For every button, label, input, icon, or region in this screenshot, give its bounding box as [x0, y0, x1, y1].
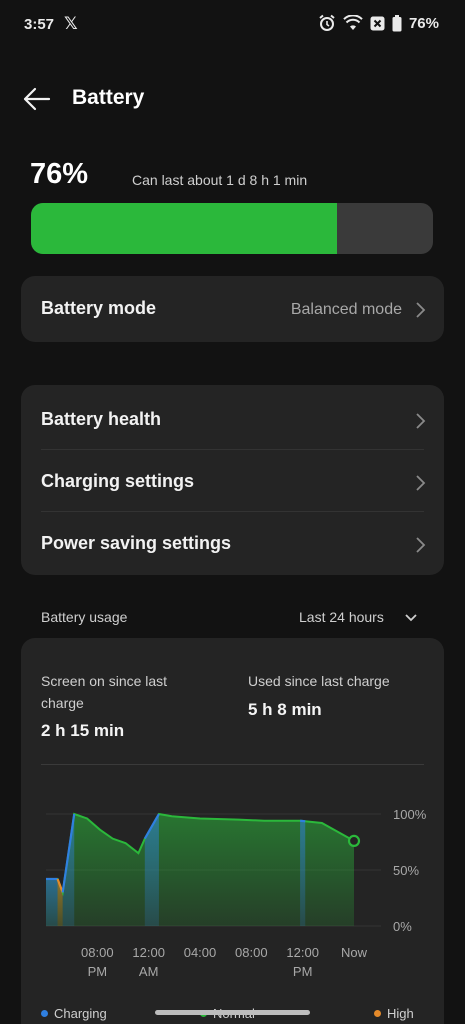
chevron-right-icon — [416, 537, 426, 553]
power-saving-settings-label: Power saving settings — [41, 533, 232, 553]
alarm-icon — [318, 14, 336, 32]
used-since-charge-value: 5 h 8 min — [248, 700, 322, 719]
legend-high: High — [374, 1006, 414, 1021]
x-tick-label: 08:00 PM — [81, 945, 114, 979]
x-tick-label: 12:00 PM — [286, 945, 319, 979]
arrow-left-icon — [23, 87, 51, 111]
legend-label: High — [387, 1006, 414, 1021]
close-box-icon — [370, 16, 385, 31]
series-line-charging — [299, 819, 306, 823]
wifi-icon — [343, 15, 363, 31]
battery-usage-chart: 100% 50% 0% 08:00 PM 12:00 AM 04:00 08:00 12:00 PM… — [46, 807, 427, 979]
area-charging — [144, 814, 159, 926]
chevron-right-icon — [416, 302, 426, 318]
home-indicator[interactable] — [155, 1010, 310, 1015]
battery-mode-value: Balanced mode — [290, 301, 402, 318]
battery-mode-label: Battery mode — [41, 298, 157, 318]
battery-estimate: Can last about 1 d 8 h 1 min — [132, 172, 308, 188]
battery-settings-card: Battery health Charging settings Power s… — [21, 385, 444, 575]
legend-label: Charging — [54, 1006, 107, 1021]
battery-summary: 76% Can last about 1 d 8 h 1 min — [30, 158, 450, 194]
chevron-down-icon[interactable] — [404, 612, 418, 624]
battery-level-fill — [31, 203, 337, 254]
battery-usage-label: Battery usage — [41, 609, 128, 625]
screen-on-value: 2 h 15 min — [41, 721, 125, 740]
legend-charging: Charging — [41, 1006, 107, 1021]
status-time: 3:57 — [24, 16, 55, 33]
status-battery-percent: 76% — [408, 14, 439, 32]
battery-percent: 76% — [30, 158, 89, 190]
battery-icon — [392, 14, 402, 32]
power-saving-settings-row[interactable]: Power saving settings — [21, 513, 444, 575]
divider — [41, 511, 424, 512]
current-level-marker — [347, 834, 361, 847]
area-charging — [46, 878, 58, 926]
screen-on-label: Screen on since last charge — [41, 673, 168, 711]
x-tick-label: 08:00 — [235, 945, 268, 960]
usage-range-dropdown[interactable]: Last 24 hours — [299, 609, 384, 625]
x-tick-label: 04:00 — [184, 945, 217, 960]
area-charging — [300, 820, 306, 926]
battery-health-row[interactable]: Battery health — [21, 389, 444, 451]
divider — [41, 449, 424, 450]
battery-mode-card[interactable]: Battery mode Balanced mode — [21, 276, 444, 342]
chevron-right-icon — [416, 475, 426, 491]
legend-dot — [374, 1010, 381, 1017]
battery-mode-row[interactable]: Battery mode Balanced mode — [21, 278, 444, 340]
app-header: Battery — [0, 76, 465, 120]
back-button[interactable] — [20, 82, 54, 116]
y-tick-label: 0% — [393, 919, 412, 934]
battery-health-label: Battery health — [41, 409, 162, 429]
used-since-charge-label: Used since last charge — [248, 673, 390, 689]
y-tick-label: 50% — [393, 863, 419, 878]
x-tick-label: 12:00 AM — [132, 945, 165, 979]
x-tick-label: Now — [341, 945, 368, 960]
area-normal — [46, 814, 354, 926]
charging-settings-row[interactable]: Charging settings — [21, 451, 444, 513]
chevron-right-icon — [416, 413, 426, 429]
charging-settings-label: Charging settings — [41, 471, 195, 491]
page-title: Battery — [72, 86, 145, 109]
status-bar: 3:57 𝕏 76% — [0, 0, 465, 52]
status-icons: 76% — [318, 14, 439, 32]
x-logo-icon: 𝕏 — [64, 14, 78, 33]
y-tick-label: 100% — [393, 807, 427, 822]
battery-level-bar — [31, 203, 433, 254]
legend-dot — [41, 1010, 48, 1017]
